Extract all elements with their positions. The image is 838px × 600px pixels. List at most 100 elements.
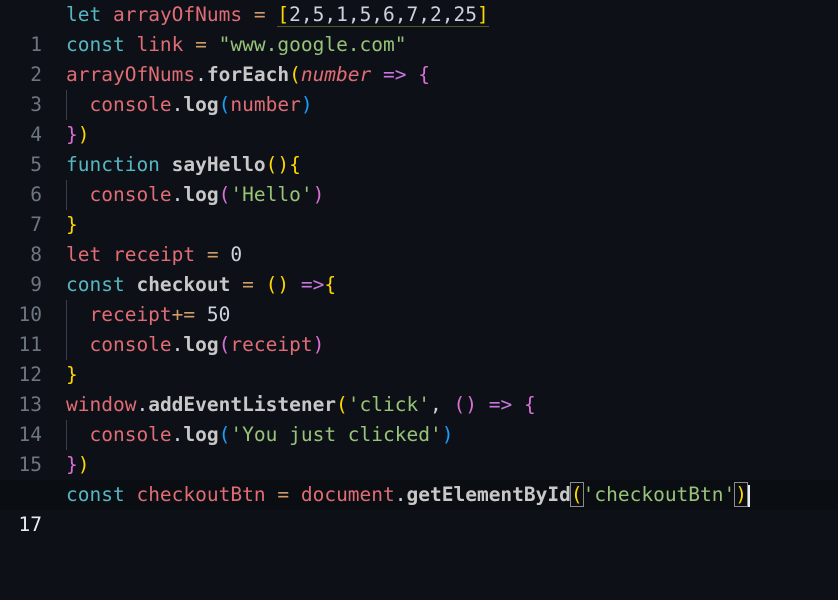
code-text: let receipt = 0 — [66, 240, 242, 270]
bracket: { — [418, 63, 431, 86]
keyword: const — [66, 483, 125, 506]
identifier: window — [66, 393, 137, 416]
keyword: const — [66, 273, 125, 296]
bracket: ( — [218, 423, 231, 446]
operator: = — [206, 243, 219, 266]
bracket: { — [523, 393, 536, 416]
operator: = — [195, 33, 207, 56]
dot: . — [171, 333, 184, 356]
code-line[interactable]: 15 console.log('You just clicked') — [0, 420, 838, 476]
bracket: ] — [476, 3, 489, 26]
identifier: console — [89, 183, 172, 206]
code-line[interactable]: 6 function sayHello(){ — [0, 150, 838, 206]
identifier: arrayOfNums — [112, 3, 243, 26]
bracket: } — [66, 363, 78, 386]
method-name: getElementById — [406, 483, 571, 506]
code-text: }) — [66, 120, 90, 150]
operator: += — [171, 303, 196, 326]
code-text: const checkoutBtn = document.getElementB… — [66, 480, 751, 510]
bracket: } — [66, 213, 78, 236]
code-editor[interactable]: 1 let arrayOfNums = [2,5,1,5,6,7,2,25] 2… — [0, 0, 838, 536]
identifier: receipt — [112, 243, 196, 266]
bracket: () — [453, 393, 477, 416]
number-list: 2,5,1,5,6,7,2,25 — [289, 3, 477, 26]
arrow-operator: => — [488, 393, 513, 416]
code-line[interactable]: 11 receipt+= 50 — [0, 300, 838, 356]
operator: = — [277, 483, 290, 506]
string-literal: 'click' — [347, 393, 430, 416]
bracket: { — [289, 153, 301, 176]
code-line[interactable]: 13 } — [0, 360, 838, 416]
code-line[interactable]: 16 }) — [0, 450, 838, 506]
identifier: checkoutBtn — [136, 483, 266, 506]
string-literal: 'You just clicked' — [230, 423, 442, 446]
keyword: function — [66, 153, 160, 176]
bracket-match: ) — [734, 482, 748, 507]
code-text: console.log(receipt) — [66, 330, 324, 360]
argument: receipt — [230, 333, 313, 356]
bracket: ( — [218, 183, 231, 206]
identifier: link — [136, 33, 184, 56]
method-name: forEach — [206, 63, 290, 86]
comma: , — [429, 393, 442, 416]
code-line[interactable]: 4 console.log(number) — [0, 90, 838, 146]
method-name: log — [183, 93, 219, 116]
identifier: document — [300, 483, 395, 506]
code-line[interactable]: 5 }) — [0, 120, 838, 176]
operator: = — [253, 3, 266, 26]
identifier: console — [89, 93, 172, 116]
code-line[interactable]: 10 const checkout = () =>{ — [0, 270, 838, 326]
method-name: addEventListener — [148, 393, 337, 416]
bracket: ( — [218, 333, 231, 356]
identifier: console — [89, 333, 172, 356]
code-text: const checkout = () =>{ — [66, 270, 336, 300]
identifier: receipt — [89, 303, 172, 326]
code-line[interactable]: 2 const link = "www.google.com" — [0, 30, 838, 86]
method-name: log — [183, 333, 219, 356]
method-name: log — [183, 423, 219, 446]
code-line-active[interactable]: 17 const checkoutBtn = document.getEleme… — [0, 480, 838, 536]
bracket: ) — [441, 423, 454, 446]
code-line[interactable]: 3 arrayOfNums.forEach(number => { — [0, 60, 838, 116]
bracket: ( — [289, 63, 301, 86]
bracket-match: ( — [569, 482, 584, 507]
bracket: ) — [77, 123, 90, 146]
text-cursor — [748, 484, 751, 507]
code-text: } — [66, 360, 78, 390]
dot: . — [171, 93, 184, 116]
bracket: { — [324, 273, 337, 296]
code-line[interactable]: 8 } — [0, 210, 838, 266]
arrow-operator: => — [300, 273, 325, 296]
code-line[interactable]: 12 console.log(receipt) — [0, 330, 838, 386]
arrow-operator: => — [383, 63, 407, 86]
dot: . — [195, 63, 207, 86]
code-text: console.log(number) — [66, 90, 312, 120]
dot: . — [171, 183, 184, 206]
bracket: ) — [77, 453, 90, 476]
operator: = — [242, 273, 254, 296]
code-text: arrayOfNums.forEach(number => { — [66, 60, 430, 90]
line-number: 17 — [18, 513, 42, 536]
parameter: number — [300, 63, 372, 86]
code-text: window.addEventListener('click', () => { — [66, 390, 536, 420]
code-line[interactable]: 9 let receipt = 0 — [0, 240, 838, 296]
bracket: } — [66, 453, 78, 476]
code-line[interactable]: 1 let arrayOfNums = [2,5,1,5,6,7,2,25] — [0, 0, 838, 56]
number-literal: 50 — [206, 303, 231, 326]
function-name: checkout — [136, 273, 231, 296]
keyword: let — [66, 3, 102, 26]
string-literal: "www.google.com" — [218, 33, 407, 56]
bracket: ) — [312, 183, 325, 206]
code-text: function sayHello(){ — [66, 150, 301, 180]
keyword: let — [66, 243, 102, 266]
code-line[interactable]: 14 window.addEventListener('click', () =… — [0, 390, 838, 446]
method-name: log — [183, 183, 219, 206]
code-text: console.log('Hello') — [66, 180, 324, 210]
code-text: }) — [66, 450, 90, 480]
code-text: let arrayOfNums = [2,5,1,5,6,7,2,25] — [66, 0, 489, 30]
bracket: () — [265, 273, 290, 296]
code-line[interactable]: 7 console.log('Hello') — [0, 180, 838, 236]
bracket: [ — [277, 3, 290, 26]
bracket: ) — [312, 333, 325, 356]
string-literal: 'Hello' — [230, 183, 313, 206]
